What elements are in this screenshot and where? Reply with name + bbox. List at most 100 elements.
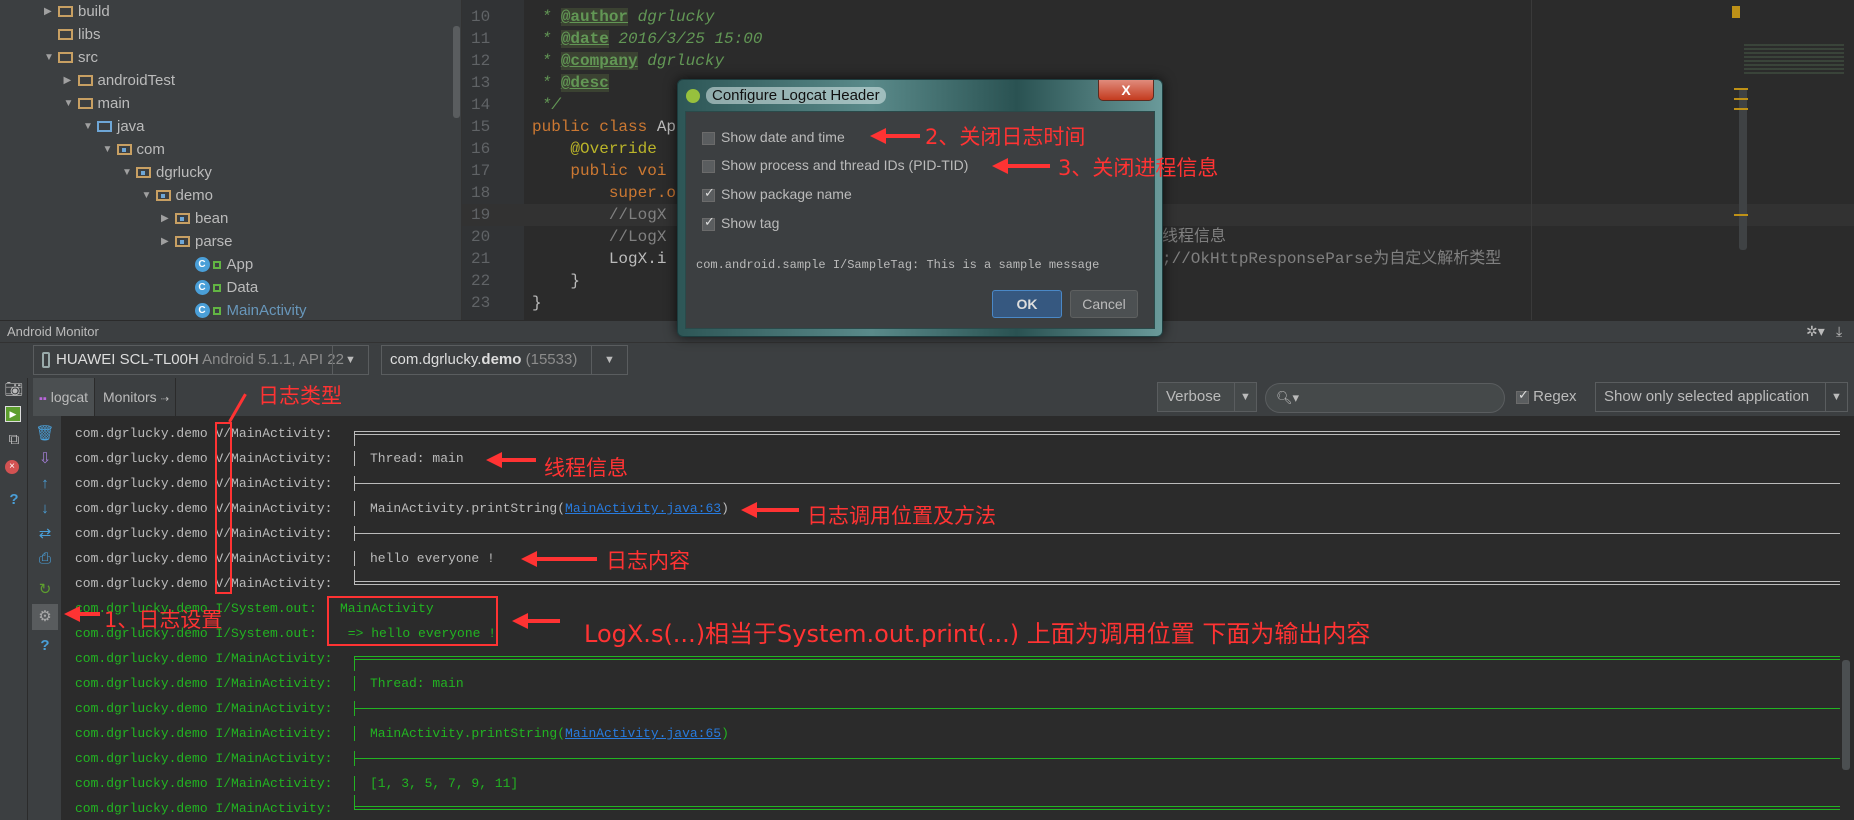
tree-item[interactable]: ▼ demo: [142, 184, 214, 207]
restart-icon[interactable]: ↻: [35, 580, 55, 600]
down-arrow-icon[interactable]: ↓: [35, 499, 55, 519]
screen-record-play-icon[interactable]: ▶: [5, 406, 21, 422]
class-icon: C: [194, 303, 210, 318]
filter-dropdown[interactable]: Show only selected application ▼: [1595, 382, 1848, 412]
annotation-thread-info: 线程信息: [544, 456, 628, 480]
checkbox-checked-icon[interactable]: [702, 214, 715, 231]
process-dropdown[interactable]: com.dgrlucky.demo (15533) ▼: [381, 345, 628, 375]
code-minimap[interactable]: [1732, 4, 1852, 74]
code-line[interactable]: 10 * @author dgrlucky: [462, 6, 1854, 28]
chevron-down-icon[interactable]: ▼: [332, 346, 368, 374]
settings-gear-icon[interactable]: ✲▾: [1806, 321, 1825, 342]
option-label: Show tag: [721, 215, 780, 231]
expand-arrow-icon[interactable]: ▼: [122, 161, 136, 184]
error-stripe-mark[interactable]: [1734, 214, 1748, 216]
log-row[interactable]: com.dgrlucky.demo I/MainActivity:: [62, 746, 1854, 771]
editor-scrollbar[interactable]: [1739, 88, 1747, 250]
device-dropdown[interactable]: HUAWEI SCL-TL00H Android 5.1.1, API 22 ▼: [33, 345, 369, 375]
up-arrow-icon[interactable]: ↑: [35, 474, 55, 494]
collapse-arrow-icon[interactable]: ▶: [44, 0, 58, 23]
expand-arrow-icon[interactable]: ▼: [142, 184, 156, 207]
logcat-header-settings-gear-icon[interactable]: ⚙: [32, 604, 58, 630]
log-row[interactable]: com.dgrlucky.demo V/MainActivity:: [62, 421, 1854, 446]
option-show-pid-tid[interactable]: Show process and thread IDs (PID-TID): [702, 157, 968, 173]
checkbox-checked-icon[interactable]: [1516, 387, 1529, 404]
log-row[interactable]: com.dgrlucky.demo V/MainActivity: Thread…: [62, 446, 1854, 471]
tree-item[interactable]: ▶ bean: [161, 207, 228, 230]
tree-item[interactable]: ▼ dgrlucky: [122, 161, 212, 184]
option-show-package-name[interactable]: Show package name: [702, 185, 852, 202]
logcat-scrollbar[interactable]: [1842, 660, 1850, 770]
regex-checkbox[interactable]: Regex: [1516, 387, 1577, 405]
chevron-down-icon[interactable]: ▼: [1234, 383, 1256, 411]
log-row[interactable]: com.dgrlucky.demo V/MainActivity: hello …: [62, 546, 1854, 571]
tab-monitors[interactable]: Monitors ⇢: [97, 378, 176, 416]
expand-arrow-icon[interactable]: ▼: [103, 138, 117, 161]
log-row[interactable]: com.dgrlucky.demo I/MainActivity: MainAc…: [62, 721, 1854, 746]
filter-value: Show only selected application: [1604, 388, 1810, 405]
hide-panel-icon[interactable]: ⤓: [1836, 321, 1842, 342]
error-stripe-mark[interactable]: [1734, 108, 1748, 110]
tree-item[interactable]: C MainActivity: [181, 299, 307, 320]
scroll-to-end-icon[interactable]: ⇩: [35, 449, 55, 469]
log-row[interactable]: com.dgrlucky.demo V/MainActivity:: [62, 471, 1854, 496]
tree-item-label: Data: [226, 279, 259, 296]
screenshot-camera-icon[interactable]: 📷︎: [4, 380, 24, 400]
collapse-arrow-icon[interactable]: ▶: [161, 207, 175, 230]
log-level-dropdown[interactable]: Verbose ▼: [1157, 382, 1257, 412]
checkbox-unchecked-icon[interactable]: [702, 131, 715, 145]
tree-item[interactable]: ▼ src: [44, 46, 98, 69]
tree-item[interactable]: ▶ parse: [161, 230, 233, 253]
error-stripe-mark[interactable]: [1734, 88, 1748, 90]
log-row[interactable]: com.dgrlucky.demo I/MainActivity: Thread…: [62, 671, 1854, 696]
expand-arrow-icon[interactable]: ▼: [64, 92, 78, 115]
tree-item[interactable]: ▼ main: [64, 92, 131, 115]
checkbox-unchecked-icon[interactable]: [702, 159, 715, 173]
code-line[interactable]: 11 * @date 2016/3/25 15:00: [462, 28, 1854, 50]
log-message-text: Thread: main: [370, 676, 464, 691]
option-show-date-time[interactable]: Show date and time: [702, 129, 845, 145]
log-row[interactable]: com.dgrlucky.demo I/MainActivity:: [62, 795, 1854, 820]
tree-item[interactable]: C Data: [181, 276, 259, 299]
clear-log-trash-icon[interactable]: 🗑︎: [35, 424, 55, 444]
log-row[interactable]: com.dgrlucky.demo V/MainActivity:: [62, 570, 1854, 596]
chevron-down-icon[interactable]: ▼: [591, 346, 627, 374]
tree-item[interactable]: libs: [44, 23, 101, 46]
chevron-down-icon[interactable]: ▼: [1825, 383, 1847, 411]
close-button[interactable]: X: [1098, 80, 1154, 101]
print-icon[interactable]: ⎙: [35, 549, 55, 569]
checkbox-checked-icon[interactable]: [702, 185, 715, 202]
error-stripe-mark[interactable]: [1734, 98, 1748, 100]
help-icon[interactable]: ?: [35, 636, 55, 656]
tree-item[interactable]: ▼ com: [103, 138, 165, 161]
option-show-tag[interactable]: Show tag: [702, 214, 780, 231]
tab-logcat[interactable]: ▪▪ logcat: [33, 378, 96, 416]
collapse-arrow-icon[interactable]: ▶: [161, 230, 175, 253]
tree-item[interactable]: ▼ java: [83, 115, 145, 138]
logcat-search-input[interactable]: 🔍︎▾: [1265, 383, 1505, 413]
log-frame-line: [354, 570, 1840, 585]
tree-item[interactable]: C App: [181, 253, 253, 276]
expand-arrow-icon[interactable]: ▼: [83, 115, 97, 138]
system-info-icon[interactable]: ⧉: [4, 430, 24, 450]
log-row[interactable]: com.dgrlucky.demo I/MainActivity: [1, 3,…: [62, 771, 1854, 796]
collapse-arrow-icon[interactable]: ▶: [64, 69, 78, 92]
ok-button[interactable]: OK: [992, 290, 1062, 318]
log-row[interactable]: com.dgrlucky.demo I/MainActivity:: [62, 646, 1854, 671]
terminate-app-icon[interactable]: ×: [5, 460, 19, 474]
source-link[interactable]: MainActivity.java:63: [565, 501, 721, 516]
code-line[interactable]: 12 * @company dgrlucky: [462, 50, 1854, 72]
source-link[interactable]: MainActivity.java:65: [565, 726, 721, 741]
soft-wrap-icon[interactable]: ⇄: [35, 524, 55, 544]
log-row[interactable]: com.dgrlucky.demo I/MainActivity:: [62, 696, 1854, 721]
tree-item[interactable]: ▶ androidTest: [64, 69, 176, 92]
tree-item-label: demo: [175, 187, 214, 204]
project-tree-scrollbar[interactable]: [453, 26, 460, 118]
code-token: public class: [532, 118, 657, 136]
tree-item[interactable]: ▶ build: [44, 0, 110, 23]
cancel-button[interactable]: Cancel: [1070, 290, 1138, 318]
help-icon[interactable]: ?: [4, 490, 24, 510]
line-number: 12: [471, 52, 491, 70]
expand-arrow-icon[interactable]: ▼: [44, 46, 58, 69]
code-token: public voi: [570, 162, 667, 180]
